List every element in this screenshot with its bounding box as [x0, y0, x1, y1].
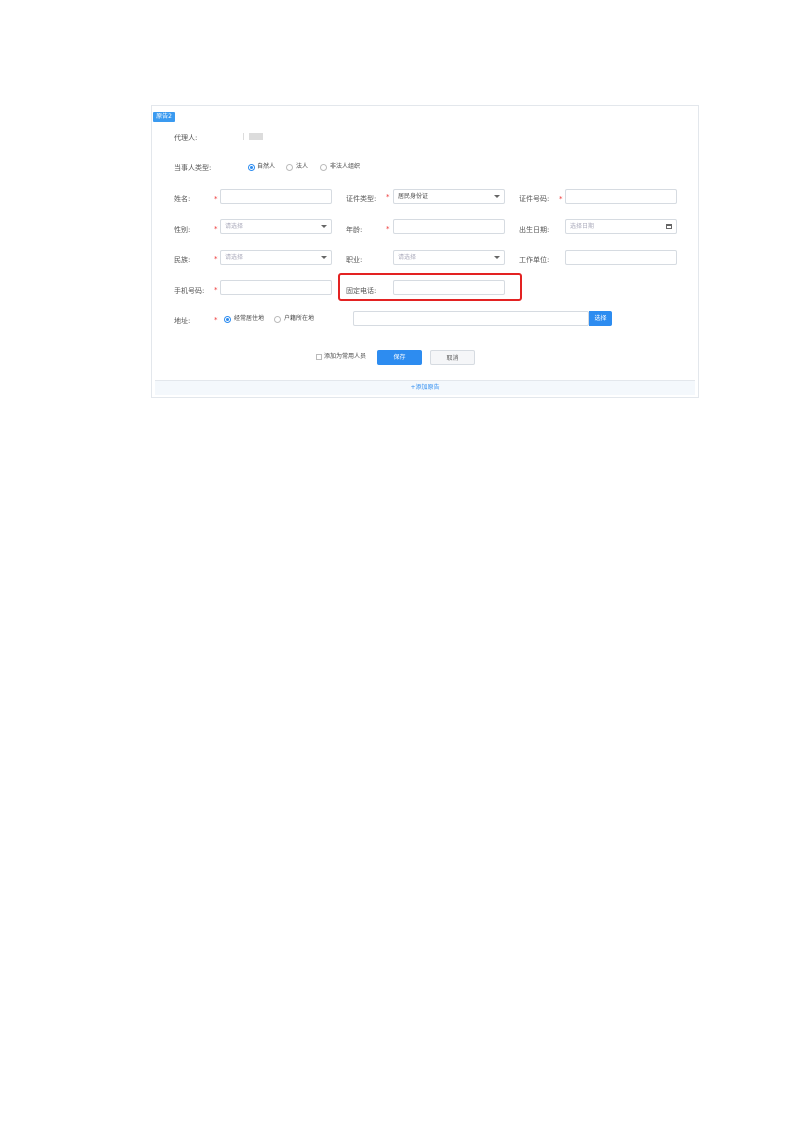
party-type-natural-label: 自然人	[257, 163, 276, 170]
required-mark: *	[214, 225, 218, 233]
required-mark: *	[559, 195, 563, 203]
chevron-down-icon	[321, 256, 327, 259]
id-number-label: 证件号码:	[519, 195, 550, 203]
name-input[interactable]	[220, 189, 332, 204]
party-type-radio-unincorporated[interactable]	[320, 164, 327, 171]
party-type-legal-label: 法人	[296, 163, 309, 170]
required-mark: *	[386, 193, 390, 201]
birth-date-picker[interactable]: 选择日期	[565, 219, 677, 234]
occupation-select[interactable]: 请选择	[393, 250, 505, 265]
workplace-input[interactable]	[565, 250, 677, 265]
required-mark: *	[386, 225, 390, 233]
party-type-unincorporated-label: 非法人组织	[330, 163, 361, 170]
address-select-button[interactable]: 选择	[589, 311, 612, 326]
required-mark: *	[214, 286, 218, 294]
age-label: 年龄:	[346, 226, 363, 234]
workplace-label: 工作单位:	[519, 256, 550, 264]
address-household-label: 户籍所在地	[284, 315, 315, 322]
highlight-box	[338, 273, 522, 301]
add-frequent-checkbox[interactable]	[316, 354, 322, 360]
id-number-input[interactable]	[565, 189, 677, 204]
party-type-radio-natural[interactable]	[248, 164, 255, 171]
section-tag: 原告2	[153, 112, 175, 122]
mobile-input[interactable]	[220, 280, 332, 295]
chevron-down-icon	[494, 195, 500, 198]
ethnicity-label: 民族:	[174, 256, 191, 264]
required-mark: *	[214, 316, 218, 324]
party-type-label: 当事人类型:	[174, 164, 212, 172]
address-label: 地址:	[174, 317, 191, 325]
address-residence-label: 经常居住地	[234, 315, 265, 322]
avatar-separator	[243, 133, 244, 140]
gender-select[interactable]: 请选择	[220, 219, 332, 234]
address-input[interactable]	[353, 311, 589, 326]
age-input[interactable]	[393, 219, 505, 234]
address-radio-residence[interactable]	[224, 316, 231, 323]
add-frequent-label: 添加为常用人员	[324, 353, 367, 360]
save-button[interactable]: 保存	[377, 350, 422, 365]
representative-label: 代理人:	[174, 134, 198, 142]
name-label: 姓名:	[174, 195, 191, 203]
calendar-icon	[666, 224, 672, 229]
chevron-down-icon	[494, 256, 500, 259]
cancel-button[interactable]: 取消	[430, 350, 475, 365]
add-plaintiff-link[interactable]: +添加原告	[155, 384, 695, 392]
address-radio-household[interactable]	[274, 316, 281, 323]
id-type-select[interactable]: 居民身份证	[393, 189, 505, 204]
gender-label: 性别:	[174, 226, 191, 234]
ethnicity-select[interactable]: 请选择	[220, 250, 332, 265]
birth-date-label: 出生日期:	[519, 226, 550, 234]
party-type-radio-legal[interactable]	[286, 164, 293, 171]
avatar	[249, 133, 263, 140]
chevron-down-icon	[321, 225, 327, 228]
add-party-bar: +添加原告	[155, 380, 695, 395]
id-type-label: 证件类型:	[346, 195, 377, 203]
mobile-label: 手机号码:	[174, 287, 205, 295]
required-mark: *	[214, 255, 218, 263]
required-mark: *	[214, 195, 218, 203]
occupation-label: 职业:	[346, 256, 363, 264]
